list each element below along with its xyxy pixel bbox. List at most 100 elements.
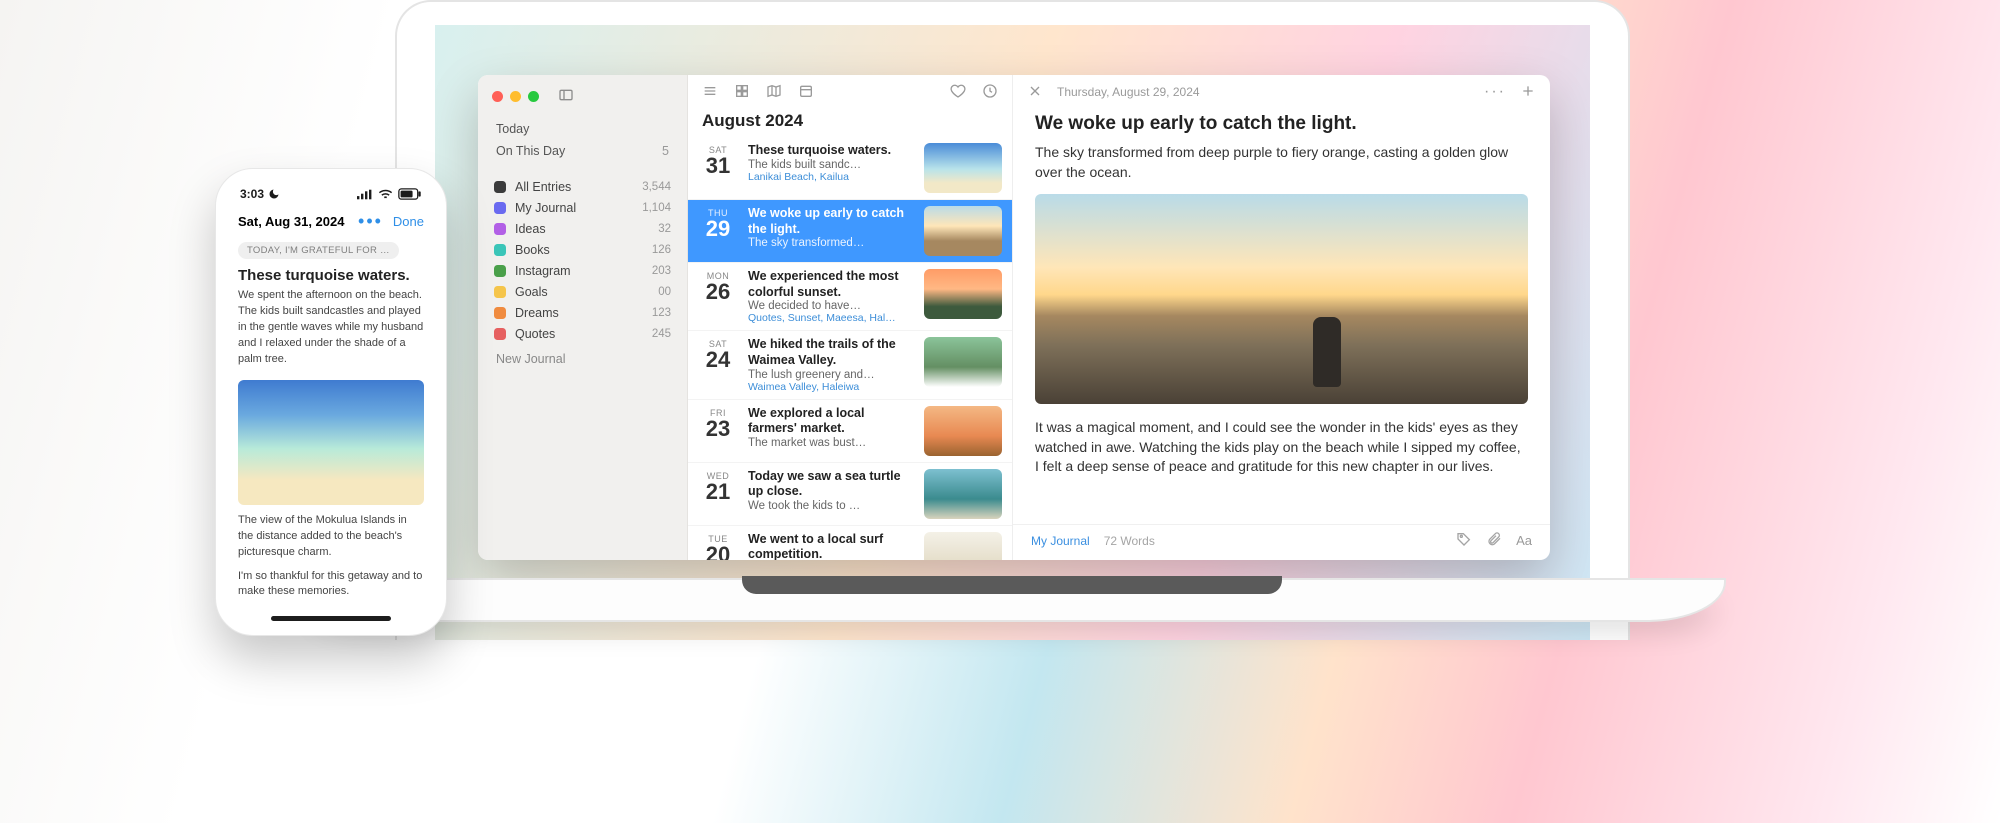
tag-icon[interactable] (1456, 531, 1472, 550)
entry-date-col: MON26 (698, 269, 738, 324)
list-month-title: August 2024 (688, 105, 1012, 137)
sidebar-on-this-day[interactable]: On This Day 5 (478, 140, 687, 162)
entry-subtitle: The kids built sandc… (748, 159, 914, 171)
entry-subtitle: We took the kids to … (748, 500, 914, 512)
entry-paragraph-1[interactable]: The sky transformed from deep purple to … (1035, 143, 1528, 182)
status-time: 3:03 (240, 187, 264, 201)
favorites-icon[interactable] (950, 83, 966, 102)
phone-entry-para2[interactable]: I'm so thankful for this getaway and to … (222, 569, 440, 609)
entry-text-col: These turquoise waters.The kids built sa… (748, 143, 914, 193)
sidebar-journal-item[interactable]: My Journal1,104 (478, 197, 687, 218)
sidebar-journal-item[interactable]: All Entries3,544 (478, 176, 687, 197)
sidebar: Today On This Day 5 All Entries3,544My J… (478, 75, 688, 560)
wifi-icon (378, 189, 393, 200)
entry-date-col: SAT24 (698, 337, 738, 392)
entry-thumbnail (924, 269, 1002, 319)
entry-date-col: WED21 (698, 469, 738, 519)
map-view-icon[interactable] (766, 83, 782, 102)
entry-row[interactable]: SAT24 We hiked the trails of the Waimea V… (688, 331, 1012, 399)
journal-color-swatch (494, 307, 506, 319)
close-entry-icon[interactable] (1027, 83, 1043, 102)
journal-count: 00 (658, 286, 671, 298)
entry-text-col: We went to a local surf competition.The … (748, 532, 914, 561)
entry-row[interactable]: WED21Today we saw a sea turtle up close.… (688, 463, 1012, 526)
phone-entry-date: Sat, Aug 31, 2024 (238, 214, 358, 229)
phone-entry-title[interactable]: These turquoise waters. (222, 267, 440, 288)
entry-list-column: August 2024 SAT31These turquoise waters.… (688, 75, 1013, 560)
entry-text-col: We hiked the trails of the Waimea Valley… (748, 337, 914, 392)
window-controls (478, 83, 687, 118)
entry-row[interactable]: THU29We woke up early to catch the light… (688, 200, 1012, 263)
zoom-dot-icon[interactable] (528, 91, 539, 102)
calendar-view-icon[interactable] (798, 83, 814, 102)
sidebar-journal-item[interactable]: Dreams123 (478, 302, 687, 323)
phone-prompt-tag[interactable]: TODAY, I'M GRATEFUL FOR … (238, 242, 399, 259)
new-entry-icon[interactable] (1520, 83, 1536, 102)
new-journal-button[interactable]: New Journal (478, 344, 687, 374)
app-window: Today On This Day 5 All Entries3,544My J… (478, 75, 1550, 560)
home-indicator (271, 616, 391, 621)
journal-color-swatch (494, 223, 506, 235)
sidebar-on-this-day-count: 5 (662, 144, 669, 158)
entry-date-col: THU29 (698, 206, 738, 256)
more-menu-icon[interactable]: ··· (1484, 83, 1506, 101)
entry-day: 21 (698, 481, 738, 503)
close-dot-icon[interactable] (492, 91, 503, 102)
attachment-icon[interactable] (1486, 531, 1502, 550)
journal-label: My Journal (515, 201, 576, 215)
sidebar-toggle-icon[interactable] (558, 87, 574, 106)
journal-color-swatch (494, 265, 506, 277)
editor-body[interactable]: We woke up early to catch the light. The… (1013, 105, 1550, 524)
entry-title: Today we saw a sea turtle up close. (748, 469, 914, 500)
minimize-dot-icon[interactable] (510, 91, 521, 102)
journal-color-swatch (494, 328, 506, 340)
sidebar-journal-item[interactable]: Books126 (478, 239, 687, 260)
sidebar-journal-item[interactable]: Quotes245 (478, 323, 687, 344)
entry-paragraph-2[interactable]: It was a magical moment, and I could see… (1035, 418, 1528, 477)
entry-hero-image[interactable] (1035, 194, 1528, 404)
sidebar-journal-item[interactable]: Goals00 (478, 281, 687, 302)
phone-more-icon[interactable]: ••• (358, 211, 383, 232)
journal-label: Instagram (515, 264, 571, 278)
phone-done-button[interactable]: Done (393, 214, 424, 229)
editor-date[interactable]: Thursday, August 29, 2024 (1057, 85, 1200, 99)
entry-row[interactable]: SAT31These turquoise waters.The kids bui… (688, 137, 1012, 200)
entry-text-col: We experienced the most colorful sunset.… (748, 269, 914, 324)
sidebar-today-label: Today (496, 122, 529, 136)
entry-text-col: Today we saw a sea turtle up close.We to… (748, 469, 914, 519)
sidebar-today[interactable]: Today (478, 118, 687, 140)
entry-title: We hiked the trails of the Waimea Valley… (748, 337, 914, 368)
entry-title: We went to a local surf competition. (748, 532, 914, 561)
history-icon[interactable] (982, 83, 998, 102)
moon-icon (268, 188, 280, 200)
laptop-device: Today On This Day 5 All Entries3,544My J… (395, 0, 1630, 640)
entry-title[interactable]: We woke up early to catch the light. (1035, 113, 1528, 135)
entry-subtitle: We decided to have… (748, 300, 914, 312)
entry-row[interactable]: MON26We experienced the most colorful su… (688, 263, 1012, 331)
editor-toolbar: Thursday, August 29, 2024 ··· (1013, 75, 1550, 105)
phone-entry-para1[interactable]: We spent the afternoon on the beach. The… (222, 288, 440, 376)
entry-thumbnail (924, 206, 1002, 256)
footer-journal-name[interactable]: My Journal (1031, 534, 1090, 548)
sidebar-journal-item[interactable]: Instagram 203 (478, 260, 687, 281)
laptop-screen: Today On This Day 5 All Entries3,544My J… (435, 25, 1590, 640)
entry-row[interactable]: TUE20We went to a local surf competition… (688, 526, 1012, 561)
entry-thumbnail (924, 532, 1002, 561)
sidebar-journal-item[interactable]: Ideas32 (478, 218, 687, 239)
sidebar-on-this-day-label: On This Day (496, 144, 565, 158)
list-view-icon[interactable] (702, 83, 718, 102)
entry-day: 29 (698, 218, 738, 240)
journal-label: Quotes (515, 327, 555, 341)
text-format-icon[interactable]: Aa (1516, 533, 1532, 548)
editor-footer: My Journal 72 Words Aa (1013, 524, 1550, 560)
phone-entry-header: Sat, Aug 31, 2024 ••• Done (222, 205, 440, 238)
journal-count: 203 (652, 265, 671, 277)
phone-entry-image[interactable] (238, 380, 424, 505)
entry-row[interactable]: FRI23We explored a local farmers' market… (688, 400, 1012, 463)
phone-entry-caption[interactable]: The view of the Mokulua Islands in the d… (222, 513, 440, 569)
entry-date-col: SAT31 (698, 143, 738, 193)
entry-subtitle: The sky transformed… (748, 237, 914, 249)
phone-device: 3:03 Sat, Aug 31, 2024 ••• Done TODAY, I… (215, 168, 447, 636)
journal-label: Ideas (515, 222, 546, 236)
grid-view-icon[interactable] (734, 83, 750, 102)
